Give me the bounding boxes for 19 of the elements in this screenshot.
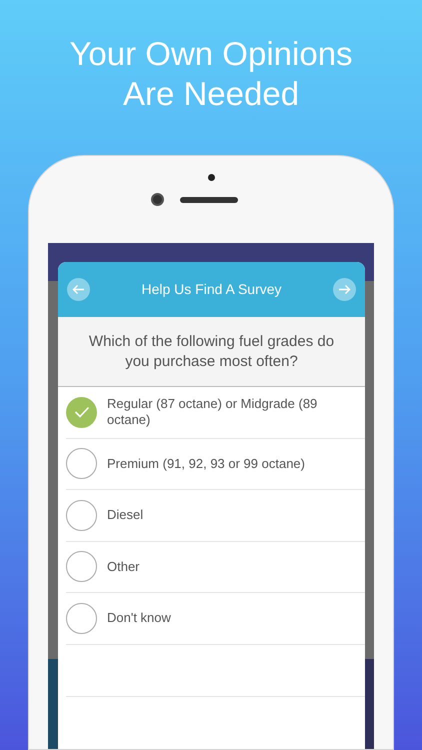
option-label: Premium (91, 92, 93 or 99 octane): [107, 456, 305, 472]
next-button[interactable]: [333, 278, 356, 301]
answer-option[interactable]: Premium (91, 92, 93 or 99 octane): [66, 438, 365, 490]
question-text: Which of the following fuel grades do you purchase most often?: [88, 332, 336, 372]
forward-arrow-icon: [338, 284, 351, 295]
option-label: Other: [107, 558, 140, 575]
option-label: Don't know: [107, 610, 171, 626]
speaker-slot: [180, 196, 238, 202]
back-button[interactable]: [67, 278, 90, 301]
back-arrow-icon: [72, 284, 85, 295]
answer-option[interactable]: Don't know: [66, 593, 365, 644]
answer-option[interactable]: Other: [66, 542, 365, 593]
camera-lens: [151, 193, 164, 206]
option-label: Diesel: [107, 507, 144, 524]
headline: Your Own Opinions Are Needed: [68, 34, 354, 114]
answer-option[interactable]: Regular (87 octane) or Midgrade (89 octane): [66, 387, 365, 438]
option-label: Regular (87 octane) or Midgrade (89 octane): [107, 396, 318, 428]
answer-option[interactable]: Diesel: [66, 490, 365, 542]
dialog-title: Help Us Find A Survey: [140, 280, 283, 299]
